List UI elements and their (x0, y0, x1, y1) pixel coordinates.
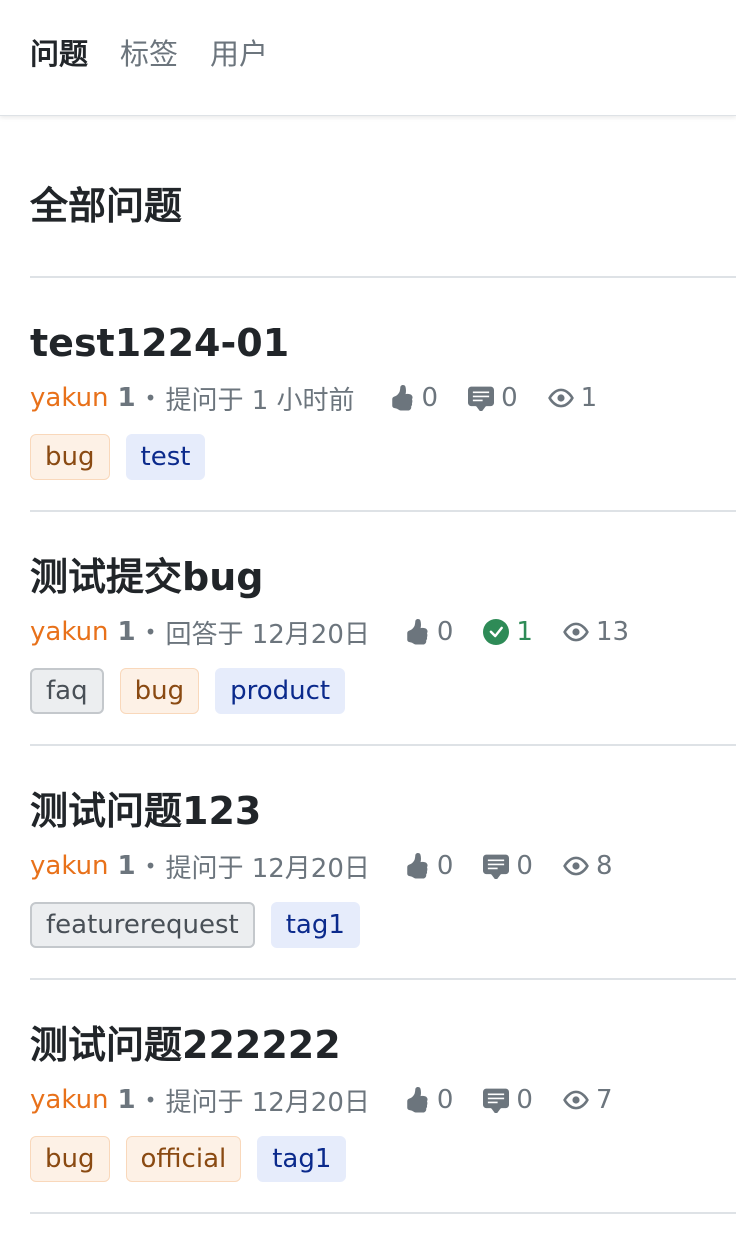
question-item: 测试问题222222 yakun 1 • 提问于 12月20日 0 0 7 bug officia… (30, 980, 736, 1214)
nav-tab-tags[interactable]: 标签 (120, 34, 178, 74)
question-list: test1224-01 yakun 1 • 提问于 1 小时前 0 0 1 bug test 测试提… (30, 278, 736, 1214)
views-count: 1 (580, 383, 598, 413)
eye-icon (563, 619, 596, 645)
tag-badge[interactable]: bug (30, 1136, 110, 1182)
views-stat: 8 (563, 851, 613, 881)
author-link[interactable]: yakun (30, 851, 109, 881)
question-meta: yakun 1 • 提问于 1 小时前 0 0 1 (30, 378, 736, 418)
author-reputation: 1 (117, 1085, 136, 1115)
separator-dot: • (144, 854, 157, 878)
eye-icon (563, 853, 596, 879)
author-link[interactable]: yakun (30, 1085, 109, 1115)
author-reputation: 1 (117, 851, 136, 881)
author-reputation: 1 (117, 383, 136, 413)
answers-stat: 0 (468, 383, 518, 413)
tag-badge[interactable]: bug (119, 668, 200, 714)
tag-list: faq bug product (30, 668, 736, 714)
votes-count: 0 (436, 851, 454, 881)
votes-stat: 0 (389, 383, 439, 413)
question-stats: 0 1 13 (404, 617, 629, 647)
question-stats: 0 0 7 (404, 1085, 613, 1115)
author-reputation: 1 (117, 617, 136, 647)
tag-badge[interactable]: featurerequest (30, 902, 255, 948)
nav-tab-users[interactable]: 用户 (210, 34, 268, 74)
separator-dot: • (144, 620, 157, 644)
tag-badge[interactable]: official (125, 1136, 242, 1182)
answers-stat: 0 (483, 1085, 533, 1115)
question-meta: yakun 1 • 回答于 12月20日 0 1 13 (30, 612, 736, 652)
thumbs-up-icon (404, 1087, 437, 1113)
answers-count: 0 (501, 383, 518, 413)
question-action-time: 回答于 12月20日 (165, 619, 370, 650)
thumbs-up-icon (389, 385, 422, 411)
question-title[interactable]: 测试问题222222 (30, 1022, 736, 1068)
tag-badge[interactable]: bug (30, 434, 110, 480)
tag-list: featurerequest tag1 (30, 902, 736, 948)
answers-count: 0 (516, 851, 533, 881)
question-stats: 0 0 1 (389, 383, 598, 413)
tag-badge[interactable]: faq (30, 668, 104, 714)
question-item: 测试提交bug yakun 1 • 回答于 12月20日 0 1 13 faq bug produc… (30, 512, 736, 746)
question-action-time: 提问于 12月20日 (165, 1087, 370, 1118)
question-stats: 0 0 8 (404, 851, 613, 881)
views-count: 8 (595, 851, 613, 881)
thumbs-up-icon (404, 853, 437, 879)
top-nav: 问题 标签 用户 (0, 0, 736, 116)
tag-badge[interactable]: tag1 (270, 902, 360, 948)
tag-badge[interactable]: test (125, 434, 206, 480)
votes-count: 0 (436, 1085, 454, 1115)
thumbs-up-icon (404, 619, 437, 645)
comment-icon (483, 853, 516, 879)
views-stat: 13 (563, 617, 629, 647)
eye-icon (547, 385, 581, 411)
answers-count: 0 (516, 1085, 533, 1115)
views-stat: 7 (563, 1085, 613, 1115)
answers-count: 1 (516, 617, 533, 647)
question-item: test1224-01 yakun 1 • 提问于 1 小时前 0 0 1 bug test (30, 278, 736, 512)
eye-icon (563, 1087, 596, 1113)
page-title-wrap: 全部问题 (30, 116, 736, 278)
question-meta: yakun 1 • 提问于 12月20日 0 0 8 (30, 846, 736, 886)
votes-count: 0 (436, 617, 454, 647)
comment-icon (483, 1087, 516, 1113)
views-count: 7 (595, 1085, 613, 1115)
question-item: 测试问题123 yakun 1 • 提问于 12月20日 0 0 8 featurereques… (30, 746, 736, 980)
votes-stat: 0 (404, 1085, 454, 1115)
answers-stat: 0 (483, 851, 533, 881)
views-stat: 1 (547, 383, 598, 413)
tag-list: bug official tag1 (30, 1136, 736, 1182)
votes-stat: 0 (404, 617, 454, 647)
author-link[interactable]: yakun (30, 617, 109, 647)
author-link[interactable]: yakun (30, 383, 109, 413)
question-meta: yakun 1 • 提问于 12月20日 0 0 7 (30, 1080, 736, 1120)
votes-stat: 0 (404, 851, 454, 881)
tag-badge[interactable]: product (215, 668, 346, 714)
question-title[interactable]: 测试提交bug (30, 554, 736, 600)
nav-tab-questions[interactable]: 问题 (30, 34, 88, 74)
question-title[interactable]: 测试问题123 (30, 788, 736, 834)
answers-stat: 1 (483, 617, 533, 647)
question-action-time: 提问于 12月20日 (165, 853, 370, 884)
question-title[interactable]: test1224-01 (30, 320, 736, 366)
tag-badge[interactable]: tag1 (257, 1136, 347, 1182)
separator-dot: • (144, 386, 157, 410)
page-title: 全部问题 (30, 184, 183, 228)
tag-list: bug test (30, 434, 736, 480)
separator-dot: • (144, 1088, 157, 1112)
question-action-time: 提问于 1 小时前 (165, 385, 355, 416)
check-circle-icon (483, 619, 516, 645)
votes-count: 0 (421, 383, 439, 413)
main-content: 全部问题 test1224-01 yakun 1 • 提问于 1 小时前 0 0 1 bug te… (0, 116, 736, 1214)
views-count: 13 (595, 617, 630, 647)
comment-icon (468, 385, 501, 411)
